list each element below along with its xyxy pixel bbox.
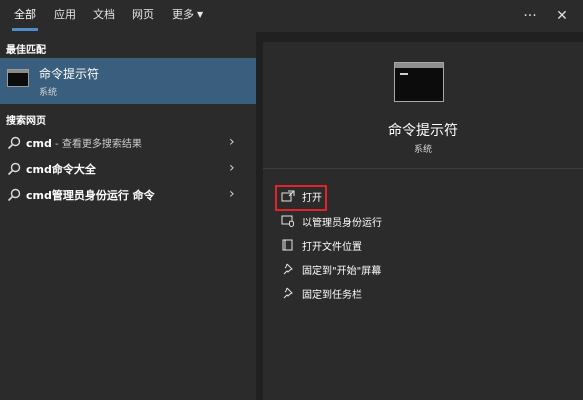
tab-all-label: 全部 bbox=[14, 8, 36, 21]
best-match-title: 命令提示符 bbox=[39, 67, 100, 81]
web-result-text: cmd管理员身份运行 命令 bbox=[26, 187, 155, 203]
results-pane: 最佳匹配 命令提示符 系统 搜索网页 cmd - 查看更多搜索结果 › cmd命… bbox=[0, 32, 256, 400]
search-icon bbox=[7, 136, 21, 150]
pin-icon bbox=[283, 263, 293, 275]
open-file-location-label: 打开文件位置 bbox=[302, 242, 362, 253]
chevron-right-icon[interactable]: › bbox=[229, 134, 235, 150]
run-as-admin-action[interactable]: 以管理员身份运行 bbox=[277, 210, 477, 232]
web-result-query: cmd命令大全 bbox=[26, 163, 96, 176]
command-prompt-icon bbox=[394, 62, 444, 102]
web-search-header: 搜索网页 bbox=[6, 116, 46, 127]
chevron-down-icon: ▼ bbox=[197, 10, 204, 19]
web-result-query: cmd bbox=[26, 137, 52, 150]
run-as-admin-label: 以管理员身份运行 bbox=[302, 218, 382, 229]
chevron-right-icon[interactable]: › bbox=[229, 186, 235, 202]
top-tab-bar: 全部 应用 文档 网页 更多 ▼ ··· ✕ bbox=[0, 0, 583, 32]
tab-more-label: 更多 bbox=[172, 8, 194, 21]
web-result-query: cmd管理员身份运行 命令 bbox=[26, 189, 155, 202]
pin-icon bbox=[283, 287, 293, 299]
more-options-icon[interactable]: ··· bbox=[520, 6, 540, 26]
app-subtitle: 系统 bbox=[413, 145, 432, 155]
file-location-icon bbox=[282, 239, 293, 251]
best-match-item[interactable]: 命令提示符 系统 bbox=[0, 58, 256, 104]
tab-apps-label: 应用 bbox=[54, 8, 76, 21]
best-match-subtitle: 系统 bbox=[39, 88, 58, 98]
pin-to-taskbar-action[interactable]: 固定到任务栏 bbox=[277, 282, 477, 304]
web-result-text: cmd命令大全 bbox=[26, 161, 96, 177]
app-details-pane: 命令提示符 系统 打开 以管理员身份运行 打开文件位置 固定到"开始"屏幕 固定… bbox=[263, 42, 583, 400]
tab-web-label: 网页 bbox=[132, 8, 154, 21]
best-match-header: 最佳匹配 bbox=[6, 45, 46, 56]
web-result-item[interactable]: cmd管理员身份运行 命令 › bbox=[0, 182, 256, 208]
tab-web[interactable]: 网页 bbox=[132, 0, 154, 32]
open-file-location-action[interactable]: 打开文件位置 bbox=[277, 234, 477, 256]
tab-all[interactable]: 全部 bbox=[12, 0, 38, 32]
chevron-right-icon[interactable]: › bbox=[229, 160, 235, 176]
web-result-hint: - 查看更多搜索结果 bbox=[51, 139, 142, 150]
open-action[interactable]: 打开 bbox=[277, 185, 477, 207]
tab-documents[interactable]: 文档 bbox=[93, 0, 115, 32]
search-icon bbox=[7, 162, 21, 176]
pin-to-taskbar-label: 固定到任务栏 bbox=[302, 290, 362, 301]
web-result-item[interactable]: cmd命令大全 › bbox=[0, 156, 256, 182]
pin-to-start-action[interactable]: 固定到"开始"屏幕 bbox=[277, 258, 477, 280]
tab-documents-label: 文档 bbox=[93, 8, 115, 21]
search-icon bbox=[7, 188, 21, 202]
command-prompt-icon bbox=[7, 69, 29, 87]
web-result-item[interactable]: cmd - 查看更多搜索结果 › bbox=[0, 130, 256, 156]
web-result-text: cmd - 查看更多搜索结果 bbox=[26, 135, 142, 150]
app-title: 命令提示符 bbox=[388, 123, 458, 139]
pin-to-start-label: 固定到"开始"屏幕 bbox=[302, 266, 382, 277]
divider bbox=[263, 168, 583, 169]
open-icon bbox=[281, 190, 295, 202]
active-tab-indicator bbox=[12, 28, 38, 31]
run-as-admin-icon bbox=[281, 215, 294, 227]
open-action-label: 打开 bbox=[302, 193, 322, 204]
close-icon[interactable]: ✕ bbox=[552, 6, 572, 26]
tab-apps[interactable]: 应用 bbox=[54, 0, 76, 32]
tab-more[interactable]: 更多 ▼ bbox=[172, 0, 203, 32]
